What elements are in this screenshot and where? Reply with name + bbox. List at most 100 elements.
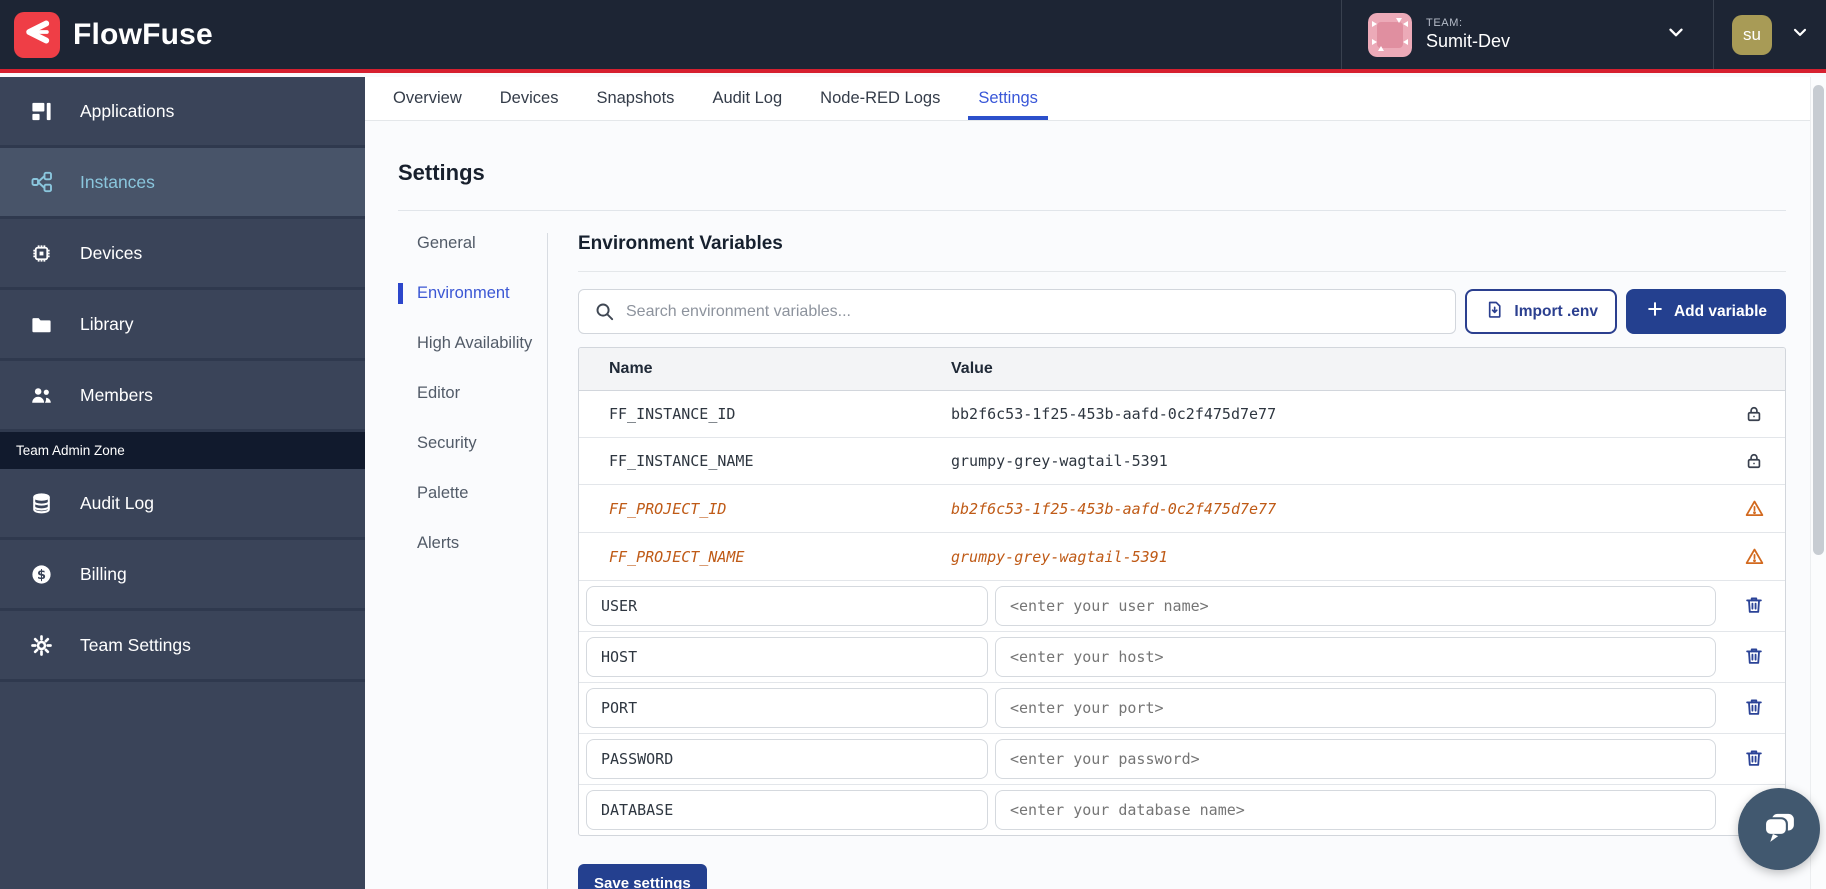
subnav-item-alerts[interactable]: Alerts: [398, 533, 538, 554]
app-header: FlowFuse TEAM: Sumit-Dev: [0, 0, 1826, 73]
sidebar-item-label: Members: [80, 385, 153, 406]
env-toolbar: Import .env Add variable: [578, 289, 1786, 334]
search-box: [578, 289, 1456, 334]
sidebar-item-instances[interactable]: Instances: [0, 148, 365, 219]
lock-icon: [1723, 404, 1785, 424]
env-var-value: grumpy-grey-wagtail-5391: [951, 452, 1723, 470]
sidebar-item-devices[interactable]: Devices: [0, 219, 365, 290]
env-var-value-input[interactable]: [995, 688, 1716, 728]
subnav-item-high-availability[interactable]: High Availability: [398, 333, 538, 354]
members-icon: [30, 383, 54, 407]
search-input[interactable]: [578, 289, 1456, 334]
subnav-item-palette[interactable]: Palette: [398, 483, 538, 504]
env-var-name: FF_INSTANCE_NAME: [579, 452, 951, 470]
sidebar-item-members[interactable]: Members: [0, 361, 365, 432]
instances-icon: [30, 170, 54, 194]
table-row: FF_INSTANCE_NAME grumpy-grey-wagtail-539…: [579, 438, 1785, 485]
flowfuse-logo[interactable]: [14, 12, 60, 58]
flowfuse-logo-icon: [20, 15, 54, 54]
delete-variable-button[interactable]: [1723, 696, 1785, 721]
table-row: FF_INSTANCE_ID bb2f6c53-1f25-453b-aafd-0…: [579, 391, 1785, 438]
sidebar-item-billing[interactable]: $ Billing: [0, 540, 365, 611]
team-text: TEAM: Sumit-Dev: [1426, 17, 1510, 52]
trash-icon: [1743, 645, 1765, 670]
env-var-value-input[interactable]: [995, 637, 1716, 677]
import-file-icon: [1484, 299, 1505, 325]
sidebar-item-label: Instances: [80, 172, 155, 193]
settings-subnav: General Environment High Availability Ed…: [398, 233, 548, 889]
vertical-scrollbar[interactable]: [1810, 77, 1826, 889]
delete-variable-button[interactable]: [1723, 747, 1785, 772]
delete-variable-button[interactable]: [1723, 645, 1785, 670]
lock-icon: [1723, 451, 1785, 471]
table-row-editable: [579, 683, 1785, 734]
table-row-deprecated: FF_PROJECT_NAME grumpy-grey-wagtail-5391: [579, 533, 1785, 581]
env-var-name: FF_PROJECT_ID: [579, 500, 951, 518]
team-name: Sumit-Dev: [1426, 31, 1510, 52]
sidebar-item-label: Billing: [80, 564, 127, 585]
gear-icon: [30, 633, 54, 657]
plus-icon: [1645, 299, 1665, 324]
env-var-value: bb2f6c53-1f25-453b-aafd-0c2f475d7e77: [951, 405, 1723, 423]
title-divider: [398, 210, 1786, 211]
audit-log-icon: [30, 491, 54, 515]
sidebar-item-audit-log[interactable]: Audit Log: [0, 469, 365, 540]
tab-settings[interactable]: Settings: [976, 77, 1040, 120]
user-avatar: su: [1732, 15, 1772, 55]
user-menu[interactable]: su: [1713, 0, 1826, 69]
tab-snapshots[interactable]: Snapshots: [594, 77, 676, 120]
sidebar-item-label: Devices: [80, 243, 142, 264]
team-label: TEAM:: [1426, 17, 1510, 29]
warning-icon: [1723, 498, 1785, 519]
delete-variable-button[interactable]: [1723, 594, 1785, 619]
tab-devices[interactable]: Devices: [498, 77, 561, 120]
trash-icon: [1743, 696, 1765, 721]
panel-title: Environment Variables: [578, 233, 1786, 272]
env-var-name-input[interactable]: [586, 637, 988, 677]
env-var-value-input[interactable]: [995, 790, 1716, 830]
main-content: Overview Devices Snapshots Audit Log Nod…: [365, 77, 1826, 889]
save-settings-button[interactable]: Save settings: [578, 864, 707, 889]
env-var-name-input[interactable]: [586, 790, 988, 830]
subnav-item-security[interactable]: Security: [398, 433, 538, 454]
environment-panel: Environment Variables: [578, 233, 1786, 889]
warning-icon: [1723, 546, 1785, 567]
search-icon: [593, 300, 616, 328]
subnav-item-environment[interactable]: Environment: [398, 283, 538, 304]
add-variable-button[interactable]: Add variable: [1626, 289, 1786, 334]
sidebar-item-applications[interactable]: Applications: [0, 77, 365, 148]
table-row-editable: [579, 581, 1785, 632]
table-row-editable: [579, 785, 1785, 835]
table-row-editable: [579, 632, 1785, 683]
brand-name: FlowFuse: [73, 18, 213, 52]
column-header-value: Value: [951, 360, 1723, 378]
sidebar-item-label: Audit Log: [80, 493, 154, 514]
scrollbar-thumb[interactable]: [1813, 85, 1824, 555]
subnav-item-editor[interactable]: Editor: [398, 383, 538, 404]
tab-audit-log[interactable]: Audit Log: [710, 77, 784, 120]
chevron-down-icon: [1790, 22, 1810, 47]
env-var-name-input[interactable]: [586, 739, 988, 779]
team-avatar: [1368, 13, 1412, 57]
env-var-value-input[interactable]: [995, 586, 1716, 626]
env-var-value-input[interactable]: [995, 739, 1716, 779]
env-var-name: FF_PROJECT_NAME: [579, 548, 951, 566]
sidebar-item-team-settings[interactable]: Team Settings: [0, 611, 365, 682]
add-variable-label: Add variable: [1674, 303, 1767, 321]
flowfuse-app: FlowFuse TEAM: Sumit-Dev: [0, 0, 1826, 889]
settings-page: Settings General Environment High Availa…: [365, 121, 1826, 889]
env-var-name-input[interactable]: [586, 586, 988, 626]
chat-bubble-icon: [1758, 806, 1800, 853]
env-var-name-input[interactable]: [586, 688, 988, 728]
import-env-button[interactable]: Import .env: [1465, 289, 1617, 334]
subnav-item-general[interactable]: General: [398, 233, 538, 254]
sidebar-item-library[interactable]: Library: [0, 290, 365, 361]
sidebar: Applications Instances Devi: [0, 77, 365, 889]
chat-widget-button[interactable]: [1738, 788, 1820, 870]
table-row-editable: [579, 734, 1785, 785]
tab-node-red-logs[interactable]: Node-RED Logs: [818, 77, 942, 120]
billing-icon: $: [30, 562, 54, 586]
team-selector[interactable]: TEAM: Sumit-Dev: [1341, 0, 1713, 69]
tab-overview[interactable]: Overview: [391, 77, 464, 120]
sidebar-item-label: Applications: [80, 101, 174, 122]
